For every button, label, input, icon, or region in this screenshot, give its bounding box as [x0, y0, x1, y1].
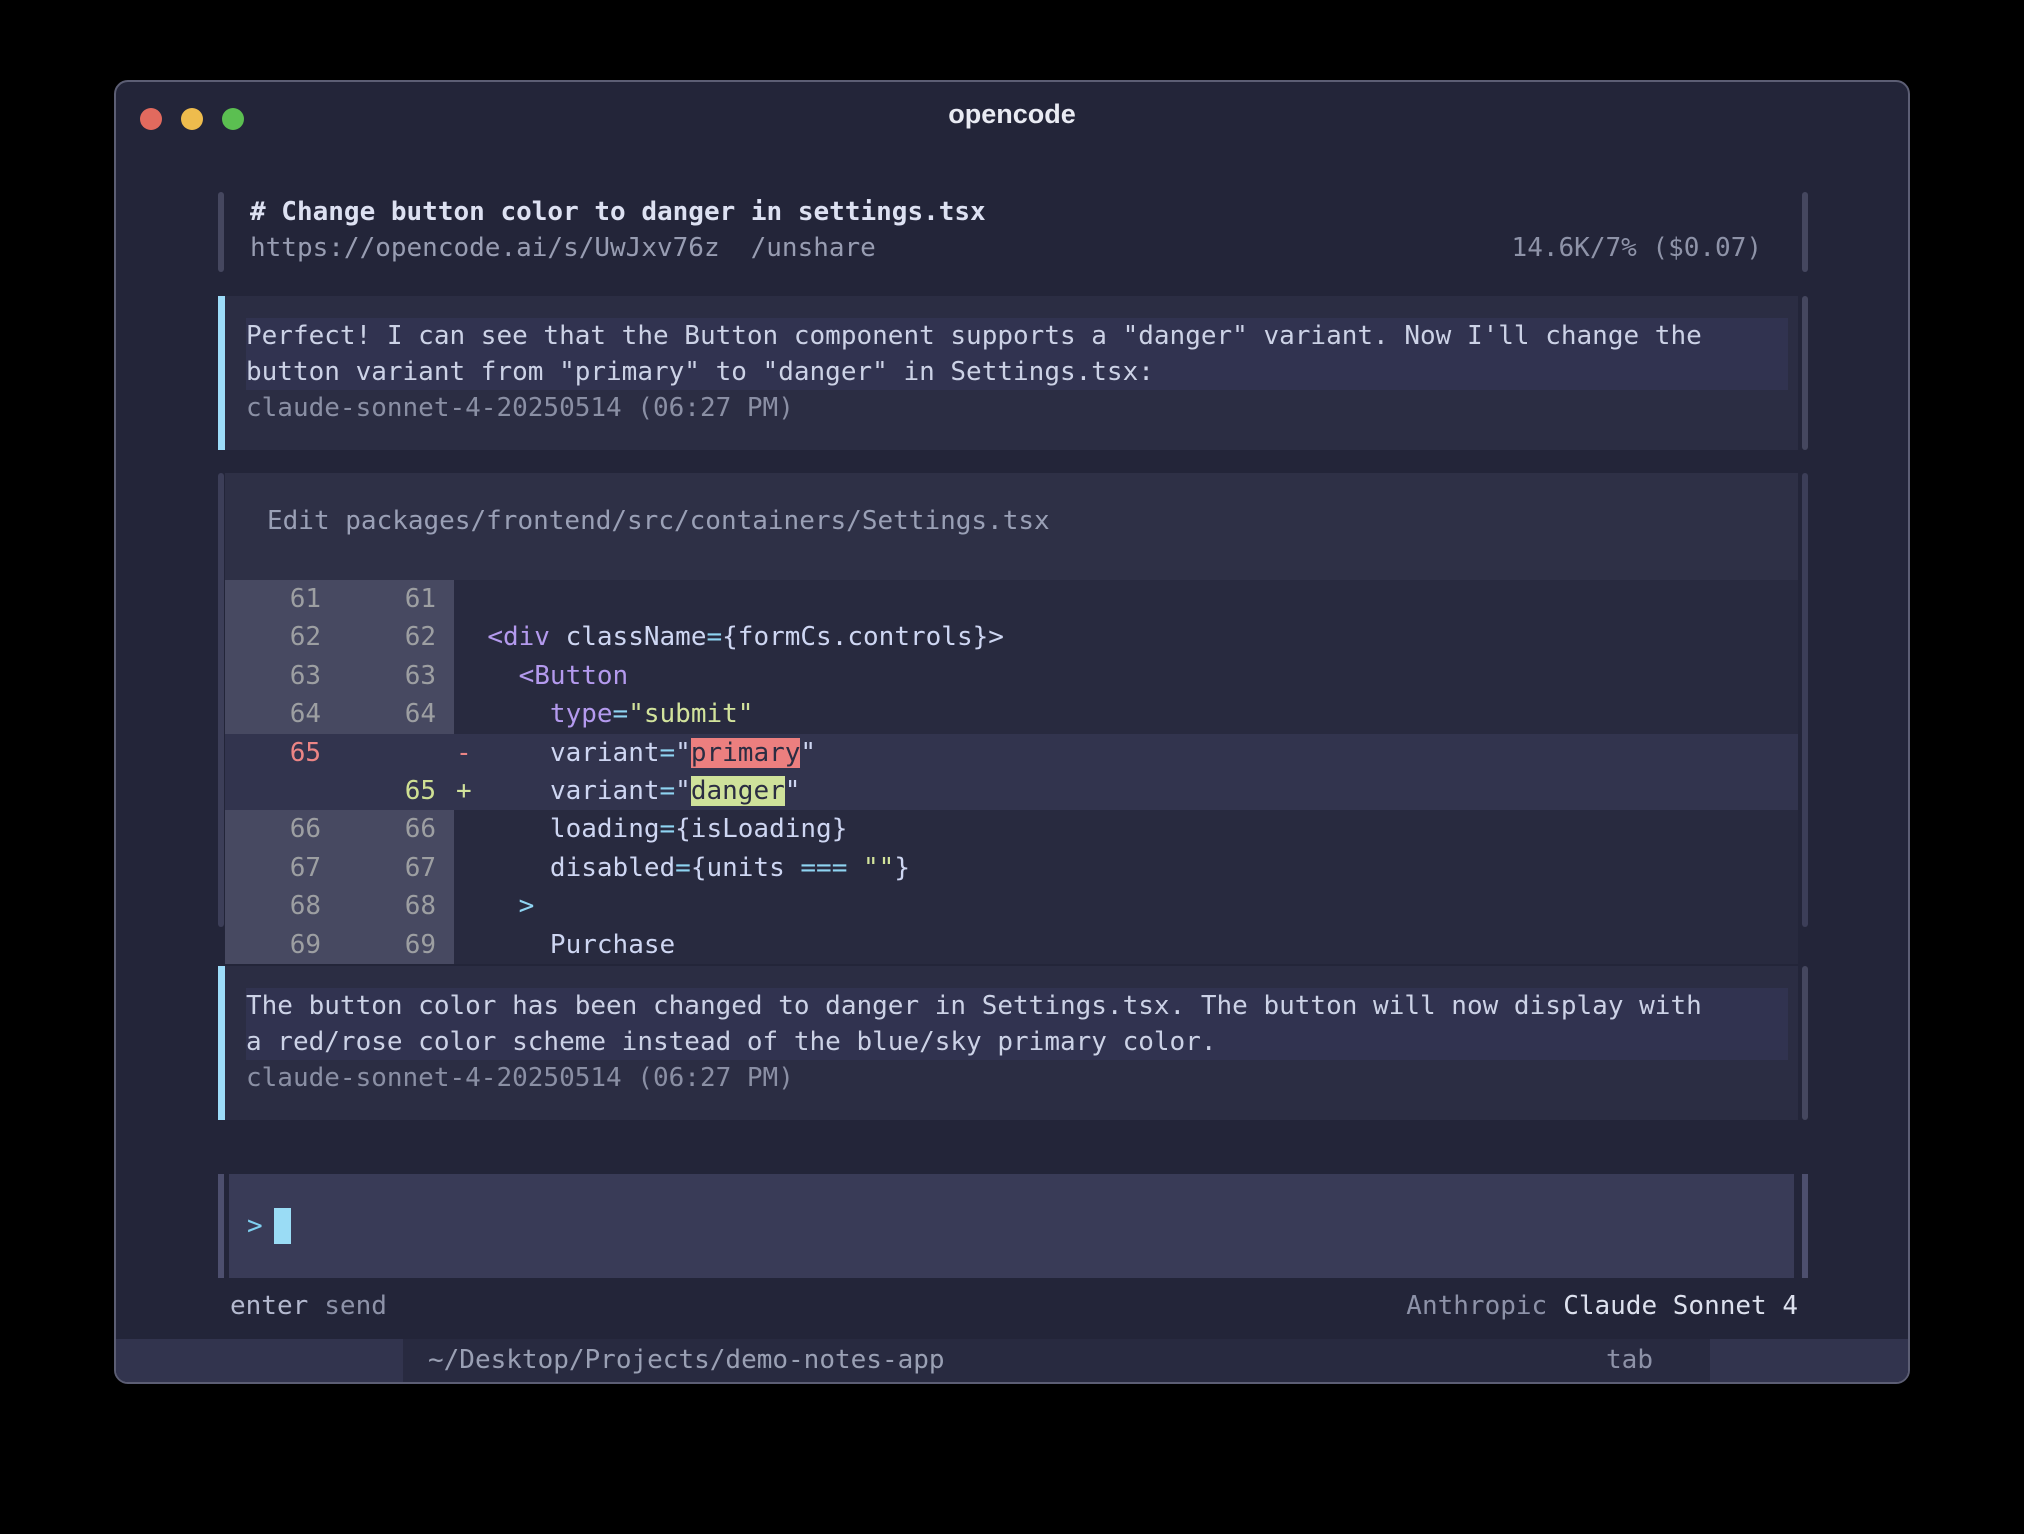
edit-file-label: Edit packages/frontend/src/containers/Se…	[225, 473, 1798, 539]
diff-view: 61616262 <div className={formCs.controls…	[225, 580, 1798, 964]
unshare-command[interactable]: /unshare	[751, 233, 876, 263]
header-right-rule	[1802, 192, 1808, 272]
app-version-segment: opencode v0.3.11	[116, 1339, 403, 1382]
window-title: opencode	[116, 99, 1908, 130]
diff-row: 6464 type="submit"	[225, 695, 1798, 733]
hints-row: enter send Anthropic Claude Sonnet 4	[225, 1288, 1798, 1324]
prompt-input[interactable]: >	[229, 1174, 1794, 1278]
header-left-rule	[218, 192, 224, 272]
diff-row: 65+ variant="danger"	[225, 772, 1798, 810]
input-left-rule	[218, 1174, 224, 1278]
old-line-number: 69	[225, 926, 339, 964]
message-line: The button color has been changed to dan…	[246, 988, 1788, 1024]
new-line-number: 63	[339, 657, 454, 695]
send-hint: enter send	[230, 1288, 387, 1324]
edit-tool-card: Edit packages/frontend/src/containers/Se…	[225, 473, 1798, 927]
text-cursor	[274, 1208, 291, 1244]
edit-card-left-rule	[218, 473, 224, 927]
diff-code-line: Purchase	[454, 926, 1798, 964]
status-bar: opencode v0.3.11 ~/Desktop/Projects/demo…	[116, 1339, 1908, 1382]
diff-code-line: <div className={formCs.controls}>	[454, 618, 1798, 656]
new-line-number: 68	[339, 887, 454, 925]
message-accent-border	[218, 296, 225, 450]
new-line-number: 66	[339, 810, 454, 848]
new-line-number: 64	[339, 695, 454, 733]
send-action-hint: send	[324, 1291, 387, 1321]
diff-row: 65 - variant="primary"	[225, 734, 1798, 772]
assistant-message: Perfect! I can see that the Button compo…	[225, 296, 1798, 450]
prompt-symbol: >	[229, 1211, 263, 1241]
diff-row: 6767 disabled={units === ""}	[225, 849, 1798, 887]
minimize-button[interactable]	[181, 108, 203, 130]
message-right-rule	[1802, 966, 1808, 1120]
model-indicator: Anthropic Claude Sonnet 4	[1406, 1288, 1798, 1324]
diff-row: 6363 <Button	[225, 657, 1798, 695]
message-right-rule	[1802, 296, 1808, 450]
old-line-number: 61	[225, 580, 339, 618]
old-line-number: 65	[225, 734, 339, 772]
message-text: The button color has been changed to dan…	[246, 988, 1788, 1060]
session-header: # Change button color to danger in setti…	[250, 194, 1670, 266]
old-line-number: 63	[225, 657, 339, 695]
titlebar: opencode	[116, 82, 1908, 146]
edit-card-right-rule	[1802, 473, 1808, 927]
old-line-number: 67	[225, 849, 339, 887]
message-line: button variant from "primary" to "danger…	[246, 354, 1788, 390]
old-line-number: 66	[225, 810, 339, 848]
new-line-number	[339, 734, 454, 772]
message-text: Perfect! I can see that the Button compo…	[246, 318, 1788, 390]
new-line-number: 62	[339, 618, 454, 656]
diff-row: 6666 loading={isLoading}	[225, 810, 1798, 848]
new-line-number: 61	[339, 580, 454, 618]
diff-row: 6868 >	[225, 887, 1798, 925]
new-line-number: 67	[339, 849, 454, 887]
diff-code-line: <Button	[454, 657, 1798, 695]
enter-key-hint: enter	[230, 1291, 308, 1321]
mode-indicator: BUILD MODE	[1710, 1339, 1908, 1382]
input-right-rule	[1802, 1174, 1808, 1278]
model-name: Claude Sonnet 4	[1563, 1291, 1798, 1321]
provider-name: Anthropic	[1406, 1291, 1547, 1321]
message-line: a red/rose color scheme instead of the b…	[246, 1024, 1788, 1060]
close-button[interactable]	[140, 108, 162, 130]
diff-code-line: loading={isLoading}	[454, 810, 1798, 848]
model-timestamp: claude-sonnet-4-20250514 (06:27 PM)	[246, 1060, 1788, 1096]
opencode-window: opencode # Change button color to danger…	[114, 80, 1910, 1384]
diff-row: 6262 <div className={formCs.controls}>	[225, 618, 1798, 656]
assistant-message: The button color has been changed to dan…	[225, 966, 1798, 1120]
diff-row: 6161	[225, 580, 1798, 618]
diff-code-line	[454, 580, 1798, 618]
diff-code-line: >	[454, 887, 1798, 925]
message-line: Perfect! I can see that the Button compo…	[246, 318, 1788, 354]
zoom-button[interactable]	[222, 108, 244, 130]
diff-row: 6969 Purchase	[225, 926, 1798, 964]
old-line-number: 68	[225, 887, 339, 925]
new-line-number: 69	[339, 926, 454, 964]
traffic-lights	[140, 108, 244, 130]
diff-code-line: + variant="danger"	[454, 772, 1798, 810]
tab-key-hint[interactable]: tab	[1606, 1339, 1653, 1382]
old-line-number	[225, 772, 339, 810]
diff-code-line: disabled={units === ""}	[454, 849, 1798, 887]
old-line-number: 64	[225, 695, 339, 733]
desktop-background: opencode # Change button color to danger…	[0, 0, 2024, 1534]
diff-code-line: type="submit"	[454, 695, 1798, 733]
session-title: # Change button color to danger in setti…	[250, 194, 1670, 230]
diff-code-line: - variant="primary"	[454, 734, 1798, 772]
share-url[interactable]: https://opencode.ai/s/UwJxv76z	[250, 233, 720, 263]
message-accent-border	[218, 966, 225, 1120]
working-directory: ~/Desktop/Projects/demo-notes-app	[428, 1339, 945, 1382]
new-line-number: 65	[339, 772, 454, 810]
old-line-number: 62	[225, 618, 339, 656]
token-cost-stats: 14.6K/7% ($0.07)	[1512, 230, 1762, 266]
model-timestamp: claude-sonnet-4-20250514 (06:27 PM)	[246, 390, 1788, 426]
